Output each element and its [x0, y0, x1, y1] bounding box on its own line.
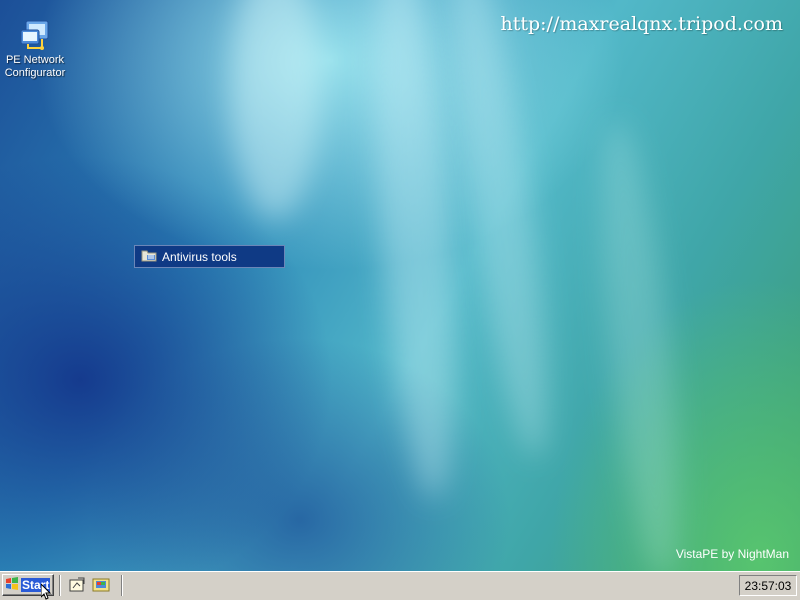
mouse-cursor-icon: [40, 582, 53, 600]
explorer-icon[interactable]: [92, 576, 110, 594]
screen: http://maxrealqnx.tripod.com PE Network …: [0, 0, 800, 600]
light-streak: [360, 0, 470, 502]
taskbar: Start 23:57:03: [0, 571, 800, 600]
clock[interactable]: 23:57:03: [745, 579, 792, 593]
branding-text: VistaPE by NightMan: [675, 547, 789, 561]
folder-icon: [141, 247, 157, 266]
system-tray: 23:57:03: [739, 575, 797, 596]
desktop-icon-pe-network-configurator[interactable]: PE Network Configurator: [2, 18, 68, 80]
light-streak: [230, 0, 320, 220]
taskbar-separator: [59, 575, 61, 596]
network-configurator-icon: [18, 18, 52, 52]
desktop-background[interactable]: http://maxrealqnx.tripod.com PE Network …: [0, 0, 800, 571]
windows-logo-icon: [5, 576, 19, 595]
light-streak: [586, 118, 694, 571]
show-desktop-icon[interactable]: [68, 576, 86, 594]
taskbar-separator: [121, 575, 123, 596]
watermark-url: http://maxrealqnx.tripod.com: [500, 13, 783, 35]
desktop-icon-label: PE Network Configurator: [4, 54, 66, 79]
selected-item-label: Antivirus tools: [162, 249, 237, 264]
desktop-item-antivirus-tools[interactable]: Antivirus tools: [134, 245, 285, 268]
